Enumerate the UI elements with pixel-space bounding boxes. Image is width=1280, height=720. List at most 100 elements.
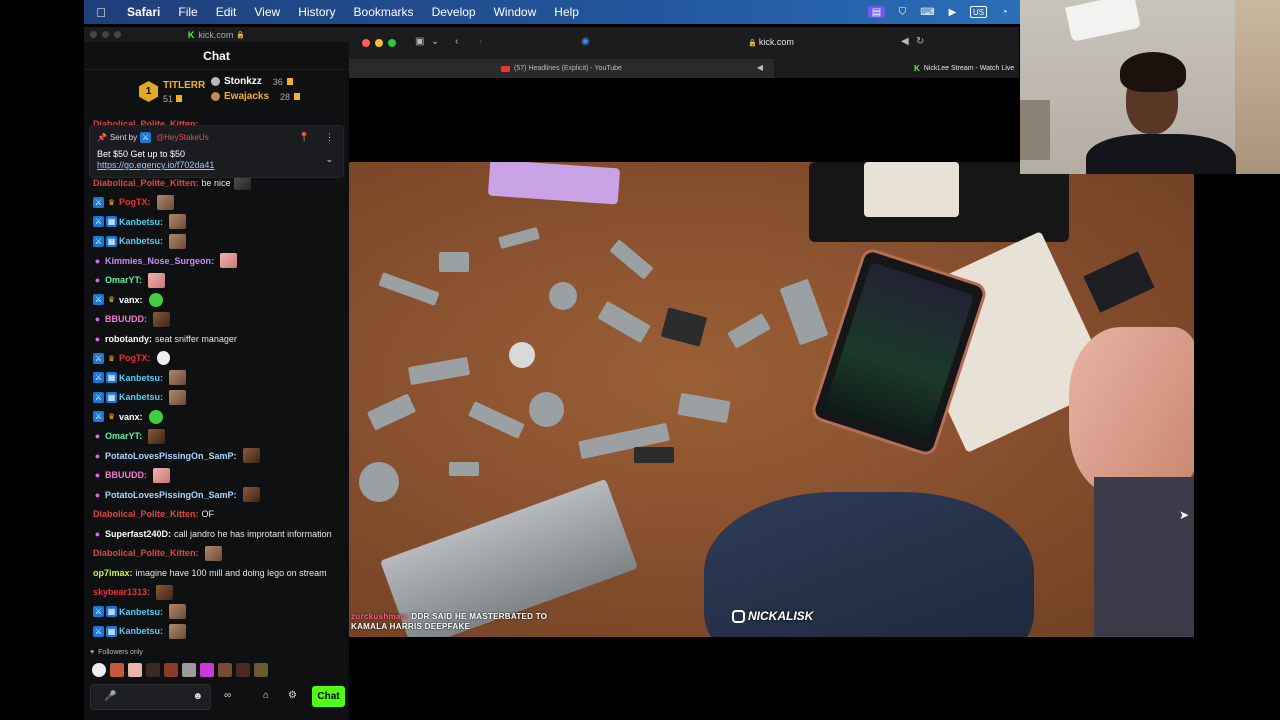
gear-icon[interactable]: ⚙ [288, 690, 297, 701]
shield-icon[interactable]: ⛉ [895, 6, 910, 18]
chat-username[interactable]: Kanbetsu: [119, 607, 163, 617]
chat-username[interactable]: Kanbetsu: [119, 392, 163, 402]
emote-icon[interactable] [220, 253, 238, 269]
chat-username[interactable]: Diabolical_Polite_Kitten: [93, 178, 199, 188]
chat-message[interactable]: ● OmarYT: [84, 427, 349, 447]
chat-message[interactable]: ⚔ ▦ Kanbetsu: [84, 602, 349, 622]
emote-icon[interactable] [148, 272, 166, 288]
chat-username[interactable]: op7imax: [93, 568, 133, 578]
menu-safari[interactable]: Safari [118, 5, 169, 19]
wifi-icon[interactable]: ◔ [997, 6, 1012, 18]
chat-message[interactable]: ⚔ ♛ PogTX: [84, 349, 349, 369]
chat-message[interactable]: skybear1313: [84, 583, 349, 603]
chat-message[interactable]: ● BBUUDD: [84, 466, 349, 486]
emote-icon[interactable] [169, 389, 187, 405]
chat-username[interactable]: skybear1313: [93, 587, 150, 597]
emote-icon[interactable] [169, 370, 187, 386]
chat-username[interactable]: BBUUDD: [105, 314, 147, 324]
chat-message[interactable]: ⚔ ♛ vanx: [84, 407, 349, 427]
second-place-row[interactable]: Stonkzz 36 [211, 76, 293, 87]
emote-icon[interactable] [169, 623, 187, 639]
emoji-icon[interactable]: ☻ [192, 691, 203, 702]
chat-send-button[interactable]: Chat [312, 686, 345, 707]
chat-message[interactable]: ⚔ ▦ Kanbetsu: [84, 622, 349, 642]
sidebar-icon[interactable]: ▣ [415, 36, 424, 47]
unpin-icon[interactable]: 📍 [299, 132, 310, 143]
apple-menu-icon[interactable]:  [84, 5, 118, 20]
emote-icon[interactable] [169, 214, 187, 230]
store-icon[interactable]: ⌂ [263, 690, 269, 701]
emote-icon[interactable] [156, 351, 170, 366]
chat-username[interactable]: vanx: [119, 295, 143, 305]
forward-icon[interactable]: › [479, 36, 482, 47]
chat-username[interactable]: OmarYT: [105, 275, 142, 285]
play-icon[interactable]: ▶ [945, 6, 960, 18]
emote-quick-10[interactable] [254, 663, 268, 677]
emote-icon[interactable] [148, 292, 163, 307]
stream-video[interactable]: zurckushman: DDR SAID HE MASTERBATED TO … [349, 162, 1194, 637]
third-place-row[interactable]: Ewajacks 28 [211, 91, 301, 102]
chat-message[interactable]: ⚔ ♛ vanx: [84, 290, 349, 310]
menu-view[interactable]: View [245, 5, 289, 19]
speaker-icon[interactable]: ◀ [757, 63, 763, 72]
reload-icon[interactable]: ↻ [916, 36, 924, 47]
chat-message[interactable]: Diabolical_Polite_Kitten: [84, 544, 349, 564]
emote-icon[interactable] [204, 545, 222, 561]
chat-username[interactable]: robotandy: [105, 334, 152, 344]
chat-message[interactable]: ● robotandy: seat sniffer manager [84, 329, 349, 349]
chat-username[interactable]: PotatoLovesPissingOn_SamP: [105, 451, 237, 461]
screen-record-icon[interactable]: ▤ [868, 6, 885, 18]
chat-username[interactable]: Kanbetsu: [119, 217, 163, 227]
chat-message[interactable]: ● Kimmies_Nose_Surgeon: [84, 251, 349, 271]
emote-icon[interactable] [242, 487, 260, 503]
menu-edit[interactable]: Edit [207, 5, 246, 19]
pinned-message[interactable]: 📌 Sent by ⚔ @HeyStakeUs 📍 ⋮ Bet $50 Get … [89, 125, 344, 178]
chat-username[interactable]: PogTX: [119, 353, 151, 363]
emote-quick-2[interactable] [110, 663, 124, 677]
window-controls[interactable] [362, 39, 396, 47]
emote-icon[interactable] [153, 467, 170, 483]
chat-message[interactable]: ⚔ ▦ Kanbetsu: [84, 232, 349, 252]
chat-message[interactable]: ● PotatoLovesPissingOn_SamP: [84, 446, 349, 466]
infinity-icon[interactable]: ∞ [224, 690, 231, 701]
address-bar[interactable]: 🔒 kick.com [601, 34, 941, 51]
first-place-name[interactable]: TITLERR [163, 80, 205, 91]
emote-icon[interactable] [156, 194, 174, 210]
emote-icon[interactable] [156, 584, 174, 600]
chat-message[interactable]: ● Superfast240D: call jandro he has improt… [84, 524, 349, 544]
chat-input[interactable]: 🎤 ☻ [90, 684, 211, 710]
back-icon[interactable]: ‹ [455, 36, 458, 47]
chat-message-list[interactable]: Diabolical_Polite_Kitten: be nice ⚔ ♛ PogTX:… [84, 173, 349, 653]
chat-username[interactable]: vanx: [119, 412, 143, 422]
chat-username[interactable]: PogTX: [119, 197, 151, 207]
chat-username[interactable]: Kanbetsu: [119, 236, 163, 246]
chat-message[interactable]: ● BBUUDD: [84, 310, 349, 330]
chevron-down-icon[interactable]: ⌄ [431, 36, 439, 47]
input-source-icon[interactable]: US [970, 6, 987, 18]
menu-develop[interactable]: Develop [423, 5, 485, 19]
pinned-link[interactable]: https://go.egency.io/f702da41 [97, 160, 336, 170]
emote-quick-3[interactable] [128, 663, 142, 677]
gift-leaderboard[interactable]: 1 TITLERR 51 Stonkzz 36 Ewajacks 28 [84, 70, 349, 113]
chat-message[interactable]: ● PotatoLovesPissingOn_SamP: [84, 485, 349, 505]
chat-message[interactable]: ⚔ ▦ Kanbetsu: [84, 388, 349, 408]
chat-message[interactable]: ⚔ ▦ Kanbetsu: [84, 368, 349, 388]
emote-icon[interactable] [153, 311, 170, 327]
keyboard-icon[interactable]: ⌨ [920, 6, 935, 18]
chat-username[interactable]: Superfast240D: [105, 529, 171, 539]
chat-message[interactable]: ⚔ ▦ Kanbetsu: [84, 212, 349, 232]
chat-username[interactable]: PotatoLovesPissingOn_SamP: [105, 490, 237, 500]
chat-username[interactable]: Kanbetsu: [119, 626, 163, 636]
chat-message[interactable]: ⚔ ♛ PogTX: [84, 193, 349, 213]
emote-icon[interactable] [148, 409, 163, 424]
chat-username[interactable]: Diabolical_Polite_Kitten: [93, 548, 199, 558]
window-controls[interactable] [90, 31, 121, 38]
chevron-down-icon[interactable]: ⌄ [325, 154, 333, 165]
emote-quick-5[interactable] [164, 663, 178, 677]
chat-username[interactable]: OmarYT: [105, 431, 142, 441]
mute-icon[interactable]: ◀ [901, 36, 909, 47]
menu-window[interactable]: Window [485, 5, 546, 19]
menu-history[interactable]: History [289, 5, 344, 19]
chat-username[interactable]: Kanbetsu: [119, 373, 163, 383]
menu-file[interactable]: File [169, 5, 206, 19]
